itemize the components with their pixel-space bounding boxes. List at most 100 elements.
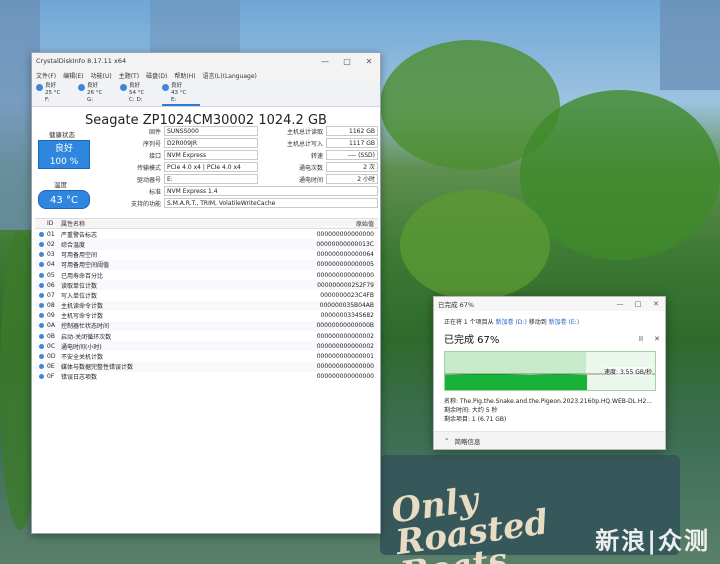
smart-raw: 000000000000005 [316, 261, 374, 269]
status-dot-icon [36, 84, 43, 91]
status-dot-icon [35, 364, 47, 370]
info-value: 1117 GB [326, 138, 378, 148]
smart-name: 不安全关机计数 [61, 354, 104, 362]
menu-language[interactable]: 语言(L)(Language) [203, 71, 257, 80]
smart-name: 读取单位计数 [61, 282, 98, 290]
smart-id: 0C [47, 342, 56, 350]
status-dot-icon [35, 333, 47, 339]
time-remaining: 剩余时间: 大约 5 秒 [444, 407, 498, 414]
smart-row[interactable]: 0E 媒体与数据完整性错误计数 000000000000000 [35, 361, 378, 372]
info-label: 主机总计写入 [286, 140, 323, 148]
close-button[interactable]: ✕ [358, 57, 380, 66]
progress-text: 已完成 67% [444, 335, 500, 346]
smart-id: 0D [47, 353, 56, 361]
smart-raw: 000000000000001 [316, 353, 374, 361]
smart-id: 06 [47, 281, 55, 289]
smart-raw: 000000000000002 [316, 342, 374, 350]
smart-id: 03 [47, 251, 55, 259]
watermark-logo: 新浪|众测 [595, 527, 710, 555]
status-dot-icon [35, 231, 47, 237]
smart-row[interactable]: 09 主机写命令计数 0000000334S682 [35, 311, 378, 321]
info-value: 1162 GB [326, 126, 378, 136]
smart-raw: 000000000000000 [316, 230, 374, 238]
cancel-button[interactable]: ✕ [649, 335, 665, 343]
smart-raw: 000000000000000 [316, 373, 374, 381]
drive-tab-cd[interactable]: 良好 54 °C C: D: [120, 81, 158, 106]
status-dot-icon [35, 272, 47, 278]
maximize-button[interactable]: □ [629, 300, 647, 308]
info-label: 通电时间 [298, 176, 323, 184]
info-value: 2 小时 [326, 174, 378, 184]
info-label: 接口 [148, 152, 161, 160]
health-status-badge[interactable]: 良好 100 % [38, 140, 90, 169]
drive-letter: G: [87, 97, 94, 103]
summary-mid: 移动到 [528, 319, 547, 326]
drive-letter: F: [45, 97, 50, 103]
pause-button[interactable]: II [633, 335, 649, 343]
minimize-button[interactable]: — [314, 57, 336, 66]
smart-row[interactable]: 0B 启动-关闭循环次数 000000000000002 [35, 331, 378, 341]
drive-tab-g[interactable]: 良好 26 °C G: [78, 81, 116, 106]
health-label: 健康状态 [49, 131, 75, 139]
details-toggle[interactable]: ⌃ 简略信息 [434, 431, 665, 449]
menu-disk[interactable]: 磁盘(D) [146, 71, 167, 80]
info-value: E: [164, 174, 258, 184]
smart-row[interactable]: 0F 错误日志项数 000000000000000 [35, 372, 378, 382]
smart-id: 0B [47, 332, 55, 340]
status-dot-icon [35, 354, 47, 360]
smart-row[interactable]: 07 写入单位计数 0000000023C4FB [35, 290, 378, 300]
status-dot-icon [78, 84, 85, 91]
smart-row[interactable]: 0C 通电时间(小时) 000000000000002 [35, 341, 378, 352]
temperature-badge[interactable]: 43 °C [38, 190, 90, 209]
close-button[interactable]: ✕ [647, 300, 665, 308]
drive-tab-f[interactable]: 良好 25 °C F: [36, 81, 74, 106]
smart-name: 写入单位计数 [61, 292, 98, 300]
smart-row[interactable]: 06 读取单位计数 0000000002S2F79 [35, 280, 378, 291]
source-link[interactable]: 新加卷 (D:) [496, 319, 527, 326]
smart-row[interactable]: 0A 控制器忙状态时间 00000000000000B [35, 320, 378, 332]
status-dot-icon [35, 292, 47, 298]
menu-edit[interactable]: 编辑(E) [63, 71, 83, 80]
smart-raw: 00000000000000B [316, 322, 374, 330]
standard-value: NVM Express 1.4 [164, 186, 378, 196]
smart-name: 错误日志项数 [61, 374, 98, 382]
info-label: 主机总计读取 [286, 128, 323, 136]
smart-name: 主机写命令计数 [61, 313, 104, 321]
smart-row[interactable]: 04 可用备用空间阈值 000000000000005 [35, 259, 378, 270]
status-dot-icon [162, 84, 169, 91]
smart-id: 01 [47, 230, 55, 238]
status-dot-icon [35, 313, 47, 319]
drive-tab-e[interactable]: 良好 43 °C E: [162, 81, 200, 106]
standard-label: 标准 [148, 188, 161, 196]
menu-function[interactable]: 功能(U) [91, 71, 112, 80]
menu-file[interactable]: 文件(F) [36, 71, 56, 80]
status-dot-icon [35, 323, 47, 329]
info-label: 通电次数 [298, 164, 323, 172]
smart-name: 通电时间(小时) [61, 343, 102, 351]
smart-raw: 000000000000002 [316, 332, 374, 340]
info-value: NVM Express [164, 150, 258, 160]
smart-id: 0A [47, 322, 55, 330]
info-label: 转速 [310, 152, 323, 160]
smart-raw: 0000000023C4FB [320, 291, 374, 299]
destination-link[interactable]: 新加卷 (E:) [549, 319, 579, 326]
maximize-button[interactable]: □ [336, 57, 358, 66]
smart-row[interactable]: 02 综合温度 00000000000013C [35, 239, 378, 250]
smart-row[interactable]: 08 主机读命令计数 000000035B04AB [35, 300, 378, 311]
smart-id: 02 [47, 240, 55, 248]
smart-row[interactable]: 03 可用备用空间 000000000000064 [35, 250, 378, 260]
smart-row[interactable]: 05 已用寿命百分比 000000000000000 [35, 270, 378, 280]
smart-raw: 00000000000013C [316, 240, 374, 248]
smart-name: 可用备用空间阈值 [61, 262, 110, 270]
file-copy-dialog: 已完成 67% — □ ✕ 正在将 1 个项目从 新加卷 (D:) 移动到 新加… [433, 296, 666, 450]
smart-row[interactable]: 0D 不安全关机计数 000000000000001 [35, 351, 378, 361]
menu-theme[interactable]: 主题(T) [119, 71, 139, 80]
col-raw: 原始值 [355, 221, 374, 229]
status-dot-icon [120, 84, 127, 91]
menu-help[interactable]: 帮助(H) [174, 71, 195, 80]
drive-letter: E: [171, 97, 177, 103]
drive-temp: 26 °C [87, 90, 103, 96]
minimize-button[interactable]: — [611, 300, 629, 308]
items-remaining: 剩余项目: 1 (6.71 GB) [444, 416, 507, 423]
smart-row[interactable]: 01 严重警告标志 000000000000000 [35, 229, 378, 239]
